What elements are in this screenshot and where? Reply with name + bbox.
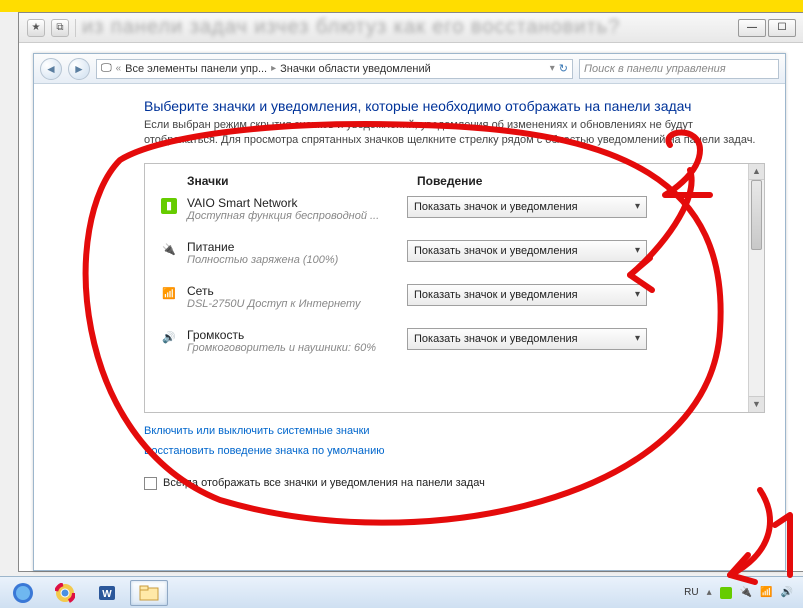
breadcrumb-2[interactable]: Значки области уведомлений — [280, 63, 431, 75]
explorer-titlebar: ◄ ► 🖵 « Все элементы панели упр... ▸ Зна… — [34, 54, 785, 84]
taskbar: W RU ▴ 🔌 📶 🔊 — [0, 576, 803, 608]
links-area: Включить или выключить системные значки … — [144, 423, 765, 463]
toggle-system-icons-link[interactable]: Включить или выключить системные значки — [144, 425, 370, 437]
checkbox-label: Всегда отображать все значки и уведомлен… — [163, 477, 485, 489]
minimize-button[interactable]: — — [738, 19, 766, 37]
control-panel-icon: 🖵 — [101, 62, 112, 75]
behavior-dropdown[interactable]: Показать значок и уведомления — [407, 240, 647, 262]
behavior-dropdown[interactable]: Показать значок и уведомления — [407, 284, 647, 306]
icon-row: ▮ VAIO Smart Network Доступная функция б… — [161, 196, 754, 222]
lang-indicator[interactable]: RU — [684, 587, 698, 598]
tray-network-icon[interactable]: 📶 — [760, 587, 772, 598]
page-description: Если выбран режим скрытия значков и увед… — [144, 118, 765, 149]
row-subtitle: DSL-2750U Доступ к Интернету — [187, 298, 397, 310]
outer-toolbar: ★ ⧉ из панели задач изчез блютуз как его… — [19, 13, 803, 43]
blurred-title: из панели задач изчез блютуз как его вос… — [82, 16, 732, 39]
tray-volume-icon[interactable]: 🔊 — [781, 587, 793, 598]
vaio-icon: ▮ — [161, 198, 177, 214]
search-placeholder: Поиск в панели управления — [584, 63, 726, 75]
row-title: Питание — [187, 240, 397, 254]
col-header-icons: Значки — [187, 174, 417, 188]
chevron-icon: « — [116, 63, 122, 74]
search-input[interactable]: Поиск в панели управления — [579, 59, 779, 79]
dropdown-icon[interactable]: ▾ — [550, 63, 555, 74]
top-color-strip — [0, 0, 803, 12]
start-button[interactable] — [4, 580, 42, 606]
tray-vaio-icon[interactable] — [720, 587, 732, 599]
breadcrumb-1[interactable]: Все элементы панели упр... — [125, 63, 267, 75]
icon-row: 📶 Сеть DSL-2750U Доступ к Интернету Пока… — [161, 284, 754, 310]
network-icon: 📶 — [161, 286, 177, 302]
col-header-behavior: Поведение — [417, 174, 647, 188]
volume-icon: 🔊 — [161, 330, 177, 346]
separator — [75, 19, 76, 37]
address-bar[interactable]: 🖵 « Все элементы панели упр... ▸ Значки … — [96, 59, 573, 79]
maximize-button[interactable]: ☐ — [768, 19, 796, 37]
scrollbar[interactable]: ▲ ▼ — [748, 164, 764, 412]
tray-power-icon[interactable]: 🔌 — [740, 587, 752, 598]
refresh-icon[interactable]: ↻ — [559, 62, 568, 75]
word-icon[interactable]: W — [88, 580, 126, 606]
outer-window: ★ ⧉ из панели задач изчез блютуз как его… — [18, 12, 803, 572]
icons-list-frame: Значки Поведение ▮ VAIO Smart Network До… — [144, 163, 765, 413]
tray-chevron-icon[interactable]: ▴ — [707, 587, 712, 598]
always-show-checkbox[interactable] — [144, 477, 157, 490]
page-title: Выберите значки и уведомления, которые н… — [144, 98, 765, 114]
scroll-up-icon[interactable]: ▲ — [749, 164, 764, 180]
row-title: VAIO Smart Network — [187, 196, 397, 210]
row-subtitle: Полностью заряжена (100%) — [187, 254, 397, 266]
row-title: Громкость — [187, 328, 397, 342]
behavior-dropdown[interactable]: Показать значок и уведомления — [407, 196, 647, 218]
power-icon: 🔌 — [161, 242, 177, 258]
row-subtitle: Громкоговоритель и наушники: 60% — [187, 342, 397, 354]
behavior-dropdown[interactable]: Показать значок и уведомления — [407, 328, 647, 350]
chevron-icon: ▸ — [271, 63, 276, 74]
control-panel-window: ◄ ► 🖵 « Все элементы панели упр... ▸ Зна… — [33, 53, 786, 571]
icon-row: 🔌 Питание Полностью заряжена (100%) Пока… — [161, 240, 754, 266]
explorer-body: Выберите значки и уведомления, которые н… — [34, 84, 785, 570]
row-subtitle: Доступная функция беспроводной ... — [187, 210, 397, 222]
scroll-down-icon[interactable]: ▼ — [749, 396, 764, 412]
scroll-thumb[interactable] — [751, 180, 762, 250]
explorer-taskbar-button[interactable] — [130, 580, 168, 606]
bookmark-icon[interactable]: ★ — [27, 19, 45, 37]
nav-forward-button[interactable]: ► — [68, 58, 90, 80]
row-title: Сеть — [187, 284, 397, 298]
chrome-icon[interactable] — [46, 580, 84, 606]
tray: RU ▴ 🔌 📶 🔊 — [678, 587, 799, 599]
svg-text:W: W — [102, 589, 112, 600]
restore-defaults-link[interactable]: Восстановить поведение значка по умолчан… — [144, 445, 385, 457]
icon-row: 🔊 Громкость Громкоговоритель и наушники:… — [161, 328, 754, 354]
list-headers: Значки Поведение — [161, 174, 754, 188]
copy-icon[interactable]: ⧉ — [51, 19, 69, 37]
always-show-checkbox-row: Всегда отображать все значки и уведомлен… — [144, 477, 765, 490]
nav-back-button[interactable]: ◄ — [40, 58, 62, 80]
